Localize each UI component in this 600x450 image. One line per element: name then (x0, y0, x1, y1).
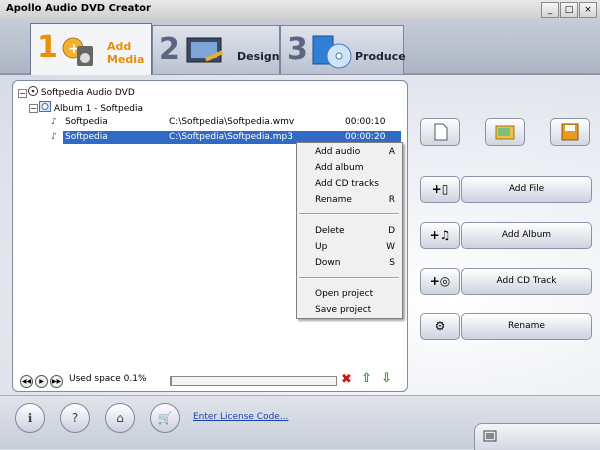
save-project-button[interactable] (550, 118, 590, 146)
music-note-icon: ♪ (51, 117, 57, 127)
rename-icon-button[interactable]: ⚙ (420, 313, 460, 340)
delete-icon[interactable]: ✖ (341, 372, 352, 387)
tree-root[interactable]: Softpedia Audio DVD (28, 86, 135, 99)
home-button[interactable]: ⌂ (105, 403, 135, 433)
add-media-icon: + (61, 34, 97, 71)
new-project-button[interactable] (420, 118, 460, 146)
add-cd-track-button[interactable]: Add CD Track (461, 268, 592, 295)
bottom-bar: ℹ ? ⌂ 🛒 Enter License Code... (0, 395, 600, 450)
status-bar: ◀◀ ▶ ▶▶ Used space 0.1% ✖ ⇧ ⇩ (13, 371, 407, 391)
used-space-bar (170, 376, 337, 386)
add-file-button[interactable]: Add File (461, 176, 592, 203)
context-menu: Add audio A Add album Add CD tracks Renam… (296, 142, 403, 319)
add-album-button[interactable]: Add Album (461, 222, 592, 249)
maximize-button[interactable]: □ (560, 2, 578, 18)
track-row[interactable]: ♪ Softpedia C:\Softpedia\Softpedia.wmv 0… (51, 116, 401, 129)
play-button[interactable]: ▶ (35, 375, 48, 388)
title-bar: Apollo Audio DVD Creator _ □ × (0, 0, 600, 20)
produce-icon (309, 30, 353, 73)
tree-album-label: Album 1 - Softpedia (53, 104, 144, 114)
tab-number: 3 (287, 32, 308, 67)
about-button[interactable]: ℹ (15, 403, 45, 433)
tab-label-line1: Add (107, 40, 132, 53)
open-project-button[interactable] (485, 118, 525, 146)
tab-add-media[interactable]: 1 + Add Media (30, 23, 152, 76)
rewind-button[interactable]: ◀◀ (20, 375, 33, 388)
menu-item-delete[interactable]: Delete D (315, 224, 395, 238)
track-duration: 00:00:10 (345, 117, 386, 127)
menu-item-rename[interactable]: Rename R (315, 193, 395, 207)
move-up-icon[interactable]: ⇧ (361, 371, 372, 386)
forward-button[interactable]: ▶▶ (50, 375, 63, 388)
info-icon: ℹ (27, 411, 33, 425)
move-down-icon[interactable]: ⇩ (381, 371, 392, 386)
menu-item-up[interactable]: Up W (315, 240, 395, 254)
save-disk-icon (551, 123, 589, 148)
menu-item-down[interactable]: Down S (315, 256, 395, 270)
help-button[interactable]: ? (60, 403, 90, 433)
tab-label: Design (237, 50, 280, 63)
add-album-icon: +♫ (429, 228, 451, 242)
home-icon: ⌂ (116, 411, 124, 425)
track-name: Softpedia (65, 117, 108, 127)
design-icon (185, 34, 225, 69)
menu-item-open-project[interactable]: Open project (315, 287, 395, 301)
tab-label: Produce (355, 50, 406, 63)
new-document-icon (421, 123, 459, 148)
buy-button[interactable]: 🛒 (150, 403, 180, 433)
add-album-icon-button[interactable]: +♫ (420, 222, 460, 249)
film-icon (483, 429, 497, 446)
track-path: C:\Softpedia\Softpedia.wmv (169, 117, 295, 127)
menu-separator (299, 213, 399, 215)
tab-produce[interactable]: 3 Produce (280, 25, 406, 74)
menu-item-add-audio[interactable]: Add audio A (315, 145, 395, 159)
menu-item-save-project[interactable]: Save project (315, 303, 395, 317)
album-icon (39, 101, 54, 114)
menu-item-add-cd-tracks[interactable]: Add CD tracks (315, 177, 395, 191)
menu-item-add-album[interactable]: Add album (315, 161, 395, 175)
open-folder-icon (486, 125, 524, 148)
menu-separator (299, 277, 399, 279)
add-file-icon-button[interactable]: +▯ (420, 176, 460, 203)
cart-icon: 🛒 (157, 411, 173, 425)
music-note-icon: ♪ (51, 132, 57, 142)
tree-root-label: Softpedia Audio DVD (40, 88, 135, 98)
track-name: Softpedia (65, 132, 108, 142)
add-cd-track-icon-button[interactable]: +◎ (420, 268, 460, 295)
add-cd-icon: +◎ (429, 274, 451, 288)
collapse-root-toggle[interactable]: − (18, 89, 27, 98)
license-link[interactable]: Enter License Code... (193, 412, 288, 422)
step-tabs: 1 + Add Media 2 Design 3 Produce (0, 19, 600, 76)
disc-icon (28, 86, 41, 98)
close-button[interactable]: × (579, 2, 597, 18)
tab-label-line2: Media (107, 53, 145, 66)
track-path: C:\Softpedia\Softpedia.mp3 (169, 132, 293, 142)
rename-button[interactable]: Rename (461, 313, 592, 340)
window-title: Apollo Audio DVD Creator (6, 3, 151, 14)
used-space-label: Used space 0.1% (69, 374, 147, 384)
tab-design[interactable]: 2 Design (152, 25, 280, 74)
used-space-fill (171, 377, 172, 385)
help-icon: ? (71, 411, 79, 425)
preview-tab[interactable] (474, 423, 600, 450)
add-file-icon: +▯ (431, 182, 449, 196)
minimize-button[interactable]: _ (541, 2, 559, 18)
tab-number: 2 (159, 32, 180, 67)
tab-number: 1 (37, 30, 58, 65)
tree-album[interactable]: Album 1 - Softpedia (39, 101, 143, 114)
gear-icon: ⚙ (434, 319, 446, 333)
collapse-album-toggle[interactable]: − (29, 104, 38, 113)
